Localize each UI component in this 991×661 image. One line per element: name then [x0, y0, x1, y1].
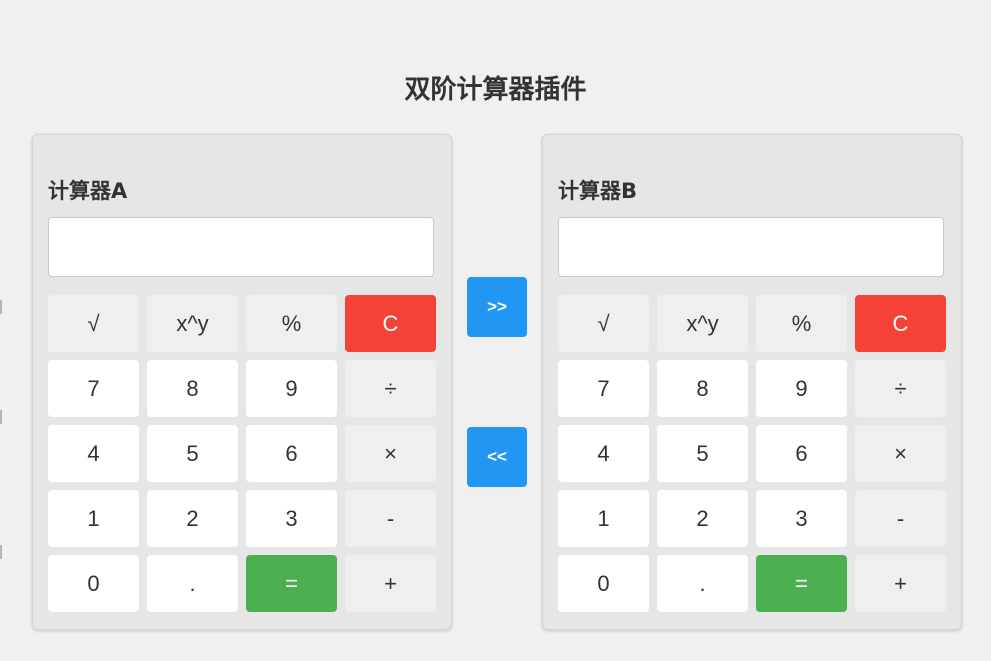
calculator-a-title: 计算器A	[48, 179, 128, 203]
window-edge-marker	[0, 410, 2, 424]
calculator-b-key-add[interactable]: +	[855, 555, 946, 612]
calculator-b-key-multiply[interactable]: ×	[855, 425, 946, 482]
calculator-a-key-digit-8[interactable]: 8	[147, 360, 238, 417]
calculator-a-key-decimal-point[interactable]: .	[147, 555, 238, 612]
calculator-b-key-percent[interactable]: %	[756, 295, 847, 352]
calculator-a-key-multiply[interactable]: ×	[345, 425, 436, 482]
calculator-a-key-equals[interactable]: =	[246, 555, 337, 612]
calculator-a-key-digit-3[interactable]: 3	[246, 490, 337, 547]
calculator-b-key-subtract[interactable]: -	[855, 490, 946, 547]
calculator-a-key-digit-9[interactable]: 9	[246, 360, 337, 417]
calculator-b-key-digit-1[interactable]: 1	[558, 490, 649, 547]
calculator-b-key-digit-0[interactable]: 0	[558, 555, 649, 612]
calculator-b-key-digit-8[interactable]: 8	[657, 360, 748, 417]
calculator-a-keypad: √ x^y% C 7 8 9 ÷ 4 5 6 × 1 2 3- 0. = +	[48, 295, 436, 612]
calculator-b-key-digit-2[interactable]: 2	[657, 490, 748, 547]
calculator-a-key-sqrt[interactable]: √	[48, 295, 139, 352]
window-edge-marker	[0, 545, 2, 559]
calculator-a-key-digit-7[interactable]: 7	[48, 360, 139, 417]
transfer-b-to-a-button[interactable]: <<	[467, 427, 527, 487]
calculator-b-key-digit-7[interactable]: 7	[558, 360, 649, 417]
calculator-b-key-equals[interactable]: =	[756, 555, 847, 612]
calculator-b-panel: 计算器B √ x^y% C 7 8 9 ÷ 4 5 6 × 1 2 3- 0. = +	[542, 134, 962, 630]
calculator-a-key-digit-5[interactable]: 5	[147, 425, 238, 482]
calculator-a-key-subtract[interactable]: -	[345, 490, 436, 547]
calculator-a-key-clear[interactable]: C	[345, 295, 436, 352]
calculator-b-key-digit-9[interactable]: 9	[756, 360, 847, 417]
calculator-b-key-clear[interactable]: C	[855, 295, 946, 352]
calculator-b-display[interactable]	[558, 217, 944, 277]
calculator-b-title: 计算器B	[558, 179, 638, 203]
calculator-a-key-percent[interactable]: %	[246, 295, 337, 352]
calculator-a-display[interactable]	[48, 217, 434, 277]
calculator-b-keypad: √ x^y% C 7 8 9 ÷ 4 5 6 × 1 2 3- 0. = +	[558, 295, 946, 612]
calculator-a-panel: 计算器A √ x^y% C 7 8 9 ÷ 4 5 6 × 1 2 3- 0. = +	[32, 134, 452, 630]
calculator-a-key-digit-2[interactable]: 2	[147, 490, 238, 547]
calculator-a-key-power[interactable]: x^y	[147, 295, 238, 352]
calculator-a-key-add[interactable]: +	[345, 555, 436, 612]
calculator-b-key-digit-3[interactable]: 3	[756, 490, 847, 547]
calculator-b-key-digit-5[interactable]: 5	[657, 425, 748, 482]
calculator-b-key-power[interactable]: x^y	[657, 295, 748, 352]
calculator-a-key-digit-0[interactable]: 0	[48, 555, 139, 612]
calculator-b-key-digit-6[interactable]: 6	[756, 425, 847, 482]
calculator-a-key-digit-1[interactable]: 1	[48, 490, 139, 547]
page-title: 双阶计算器插件	[404, 75, 587, 106]
transfer-a-to-b-button[interactable]: >>	[467, 277, 527, 337]
calculator-a-key-digit-6[interactable]: 6	[246, 425, 337, 482]
calculator-b-key-decimal-point[interactable]: .	[657, 555, 748, 612]
window-edge-marker	[0, 300, 2, 314]
calculator-a-key-digit-4[interactable]: 4	[48, 425, 139, 482]
calculator-b-key-sqrt[interactable]: √	[558, 295, 649, 352]
calculator-b-key-divide[interactable]: ÷	[855, 360, 946, 417]
calculator-a-key-divide[interactable]: ÷	[345, 360, 436, 417]
calculator-b-key-digit-4[interactable]: 4	[558, 425, 649, 482]
